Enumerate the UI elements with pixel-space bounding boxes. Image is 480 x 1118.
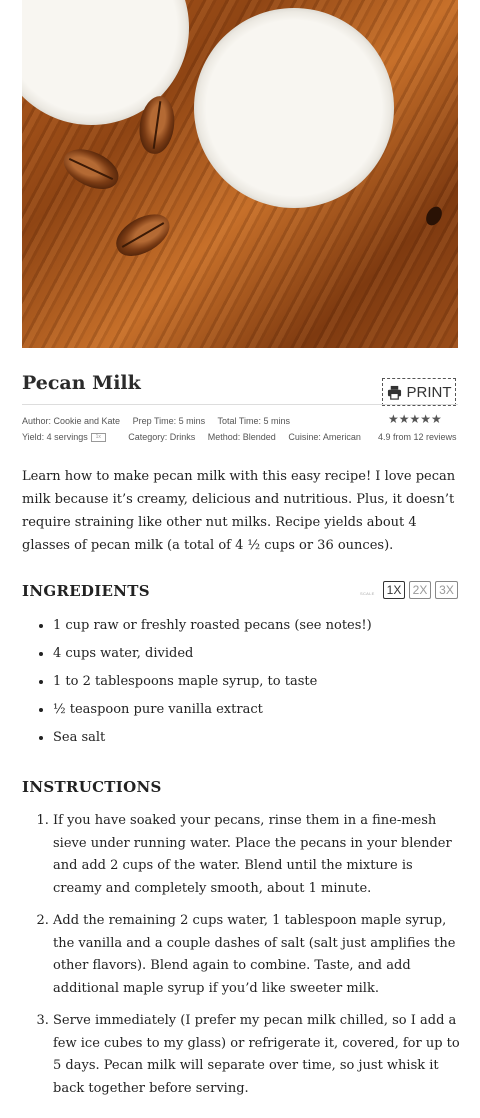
recipe-title: Pecan Milk — [22, 372, 141, 394]
servings-adjust-button[interactable]: 1x — [90, 433, 106, 443]
review-count: 4.9 from 12 reviews — [378, 432, 457, 442]
ingredient-item: 1 cup raw or freshly roasted pecans (see… — [53, 614, 473, 642]
ingredient-item: Sea salt — [53, 726, 473, 754]
star-rating[interactable]: ★★★★★ — [388, 412, 442, 426]
scale-3x-button[interactable]: 3X — [435, 581, 458, 599]
recipe-meta-row: Author: Cookie and Kate Prep Time: 5 min… — [22, 416, 300, 426]
instruction-step: Add the remaining 2 cups water, 1 tables… — [53, 910, 463, 1000]
total-time: Total Time: 5 mins — [217, 416, 290, 426]
scale-1x-button[interactable]: 1X — [383, 581, 405, 599]
recipe-photo — [22, 0, 458, 348]
instruction-step: If you have soaked your pecans, rinse th… — [53, 810, 463, 900]
divider — [22, 404, 458, 405]
author: Author: Cookie and Kate — [22, 416, 121, 426]
print-button[interactable]: PRINT — [382, 378, 456, 406]
yield: Yield: 4 servings 1x — [22, 432, 116, 443]
scale-2x-button[interactable]: 2X — [409, 581, 431, 599]
ingredients-list: 1 cup raw or freshly roasted pecans (see… — [22, 614, 473, 754]
ingredient-item: 4 cups water, divided — [53, 642, 473, 670]
printer-icon — [387, 385, 401, 400]
ingredients-heading: INGREDIENTS — [22, 582, 150, 600]
method: Method: Blended — [207, 432, 276, 442]
cuisine: Cuisine: American — [288, 432, 361, 442]
instructions-list: If you have soaked your pecans, rinse th… — [22, 810, 463, 1110]
ingredient-item: ½ teaspoon pure vanilla extract — [53, 698, 473, 726]
category: Category: Drinks — [128, 432, 196, 442]
recipe-summary: Learn how to make pecan milk with this e… — [22, 469, 456, 553]
scale-label: SCALE — [360, 591, 375, 596]
prep-time: Prep Time: 5 mins — [132, 416, 206, 426]
instructions-heading: INSTRUCTIONS — [22, 778, 162, 796]
glass-of-pecan-milk — [194, 8, 394, 208]
instruction-step: Serve immediately (I prefer my pecan mil… — [53, 1010, 463, 1100]
recipe-meta-row: Yield: 4 servings 1x Category: Drinks Met… — [22, 432, 371, 443]
print-label: PRINT — [406, 383, 452, 401]
ingredient-item: 1 to 2 tablespoons maple syrup, to taste — [53, 670, 473, 698]
